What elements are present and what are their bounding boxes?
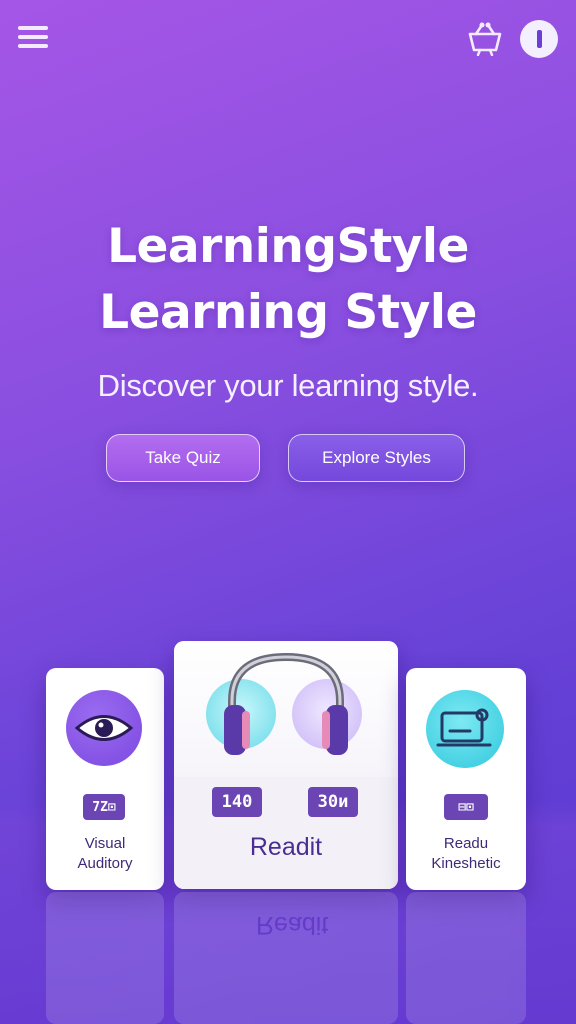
card-label-line: Readu (443, 835, 489, 852)
menu-line (18, 44, 48, 48)
hamburger-menu-icon[interactable] (18, 26, 48, 50)
take-quiz-button[interactable]: Take Quiz (106, 434, 260, 482)
card-label-line: Kineshetic (431, 855, 501, 872)
title-line-1: LearningStyle (107, 219, 469, 274)
subtitle: Discover your learning style. (97, 368, 479, 403)
eye-icon-graphic (74, 715, 134, 741)
reading-style-card[interactable]: 140 30и Readit (174, 641, 398, 889)
menu-line (18, 35, 48, 39)
count-badge-left: 140 (212, 787, 262, 817)
monitor-icon-graphic (436, 708, 492, 747)
card-label-line: Auditory (77, 855, 133, 872)
action-buttons: Take Quiz Explore Styles (0, 434, 576, 484)
card-label: Visual Auditory (46, 834, 164, 874)
info-glyph (536, 30, 542, 48)
menu-line (18, 26, 48, 30)
title-line-2: Learning Style (99, 285, 477, 340)
style-badge: 7Z⊡ (83, 794, 125, 820)
monitor-icon (426, 690, 504, 768)
card-label-line: Visual (84, 835, 126, 852)
visual-style-card[interactable]: 7Z⊡ Visual Auditory (46, 668, 164, 890)
headphones-icon (224, 652, 348, 755)
card-label: Readu Kineshetic (406, 834, 526, 874)
basket-icon[interactable] (466, 20, 504, 57)
top-bar (0, 0, 576, 80)
card-label: Readit (249, 833, 323, 861)
explore-styles-button[interactable]: Explore Styles (288, 434, 465, 482)
hero-section: LearningStyle Learning Style Discover yo… (0, 214, 576, 404)
style-badge: ⊟⊡ (444, 794, 488, 820)
kinesthetic-style-card[interactable]: ⊟⊡ Readu Kineshetic (406, 668, 526, 890)
count-badge-right: 30и (308, 787, 358, 817)
page-title: LearningStyle Learning Style (0, 214, 576, 346)
info-icon[interactable] (520, 20, 558, 58)
basket-icon-graphic (468, 22, 502, 57)
eye-icon (66, 690, 142, 766)
